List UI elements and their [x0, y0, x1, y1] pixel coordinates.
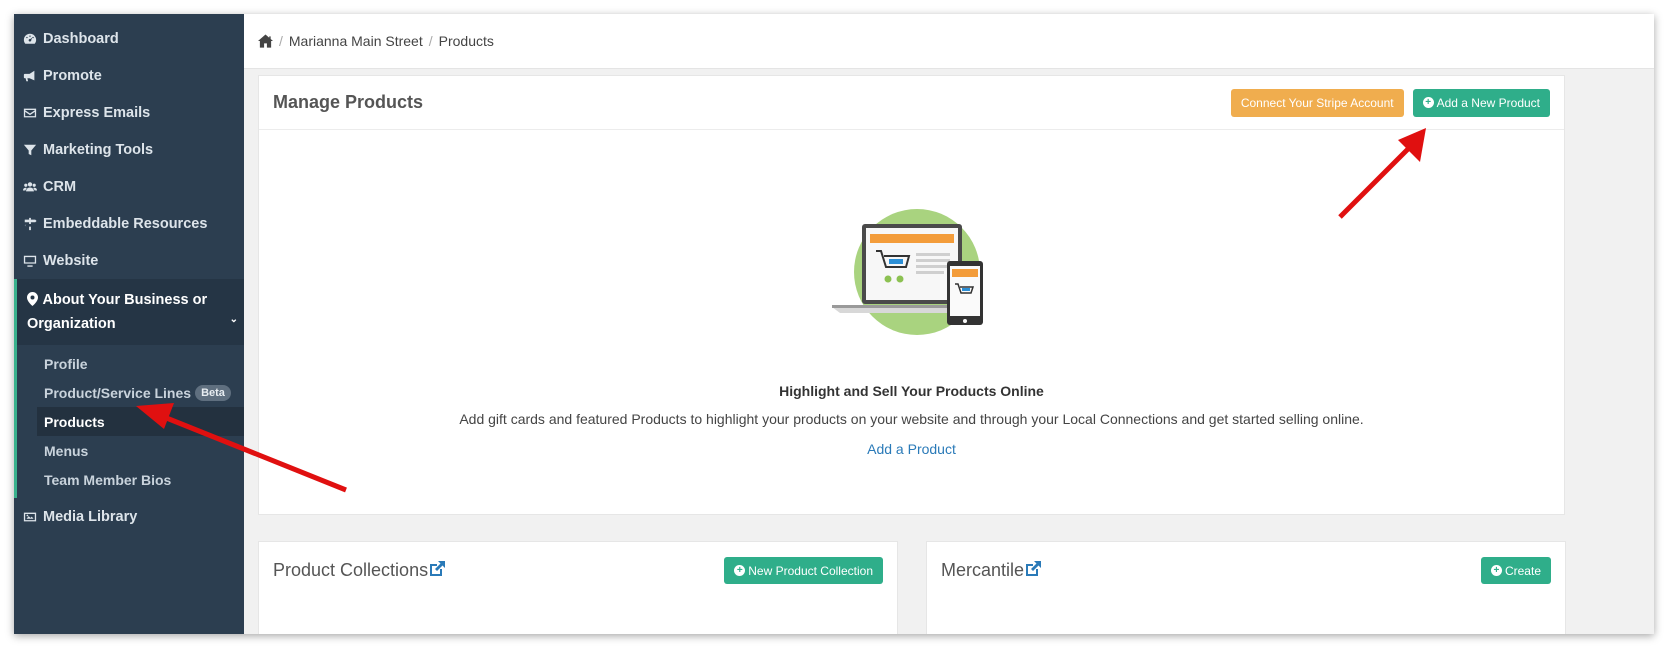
highlight-description: Add gift cards and featured Products to …: [459, 411, 1364, 427]
monitor-icon: [22, 253, 38, 269]
breadcrumb-item-organization[interactable]: Marianna Main Street: [289, 33, 423, 49]
sidebar-subitem-team-member-bios[interactable]: Team Member Bios: [17, 465, 244, 494]
sidebar-item-embeddable-resources[interactable]: Embeddable Resources: [14, 205, 244, 242]
image-icon: [22, 509, 38, 525]
sidebar-subitem-label: Team Member Bios: [44, 471, 172, 488]
panel-header: Manage Products Connect Your Stripe Acco…: [259, 76, 1564, 130]
filter-icon: [22, 142, 38, 158]
sidebar-subitem-product-service-lines[interactable]: Product/Service Lines Beta: [17, 378, 244, 407]
sidebar-item-label: Media Library: [43, 508, 138, 525]
home-icon[interactable]: [258, 34, 273, 48]
sidebar-subitem-profile[interactable]: Profile: [17, 349, 244, 378]
create-mercantile-label: Create: [1504, 563, 1541, 578]
sidebar-item-label: Embeddable Resources: [43, 215, 208, 232]
sidebar-section-about: About Your Business or Organization ⌄ Pr…: [14, 279, 244, 498]
sidebar-item-about-business[interactable]: About Your Business or Organization ⌄: [17, 279, 244, 345]
sidebar-item-website[interactable]: Website: [14, 242, 244, 279]
sidebar-subitem-label: Menus: [44, 442, 89, 459]
sidebar-item-express-emails[interactable]: Express Emails: [14, 94, 244, 131]
breadcrumb-separator: /: [279, 33, 283, 49]
sidebar-item-label: Express Emails: [43, 104, 151, 121]
sidebar-item-media-library[interactable]: Media Library: [14, 498, 244, 535]
sidebar-subitem-label: Profile: [44, 355, 88, 372]
map-marker-icon: [27, 291, 39, 313]
users-icon: [22, 179, 38, 195]
main-content: / Marianna Main Street / Products Manage…: [244, 14, 1654, 634]
manage-products-panel: Manage Products Connect Your Stripe Acco…: [258, 75, 1565, 515]
sidebar-item-marketing-tools[interactable]: Marketing Tools: [14, 131, 244, 168]
add-new-product-label: Add a New Product: [1436, 95, 1540, 110]
sidebar-submenu: Profile Product/Service Lines Beta Produc…: [17, 345, 244, 498]
sidebar-subitem-menus[interactable]: Menus: [17, 436, 244, 465]
plus-circle-icon: +: [734, 565, 746, 576]
breadcrumb: / Marianna Main Street / Products: [244, 14, 1654, 69]
product-collections-title: Product Collections: [273, 557, 724, 583]
add-new-product-button[interactable]: + Add a New Product: [1412, 88, 1550, 117]
online-store-illustration: [832, 209, 983, 335]
sidebar-subitem-label: Product/Service Lines: [44, 384, 192, 401]
sidebar-item-label: Promote: [43, 67, 102, 84]
megaphone-icon: [22, 68, 38, 84]
sidebar-subitem-products[interactable]: Products: [37, 407, 244, 436]
chevron-down-icon: ⌄: [229, 314, 238, 325]
sidebar-item-label: Marketing Tools: [43, 141, 154, 158]
new-product-collection-label: New Product Collection: [748, 563, 873, 578]
dashboard-icon: [22, 31, 38, 47]
breadcrumb-separator: /: [428, 33, 433, 49]
plus-circle-icon: +: [1490, 565, 1502, 576]
page-title: Manage Products: [273, 92, 424, 112]
sidebar-item-label: CRM: [43, 178, 77, 195]
mercantile-card: Mercantile + Create: [926, 541, 1566, 634]
breadcrumb-item-current: Products: [438, 33, 494, 49]
signs-icon: [22, 216, 38, 232]
sidebar-item-label: About Your Business or Organization: [27, 292, 208, 332]
external-link-icon[interactable]: [1024, 560, 1042, 580]
app-window: Dashboard Promote Express Emails Marketi…: [14, 14, 1654, 634]
plus-circle-icon: +: [1422, 97, 1434, 108]
add-product-link[interactable]: Add a Product: [259, 441, 1564, 457]
mercantile-title-text: Mercantile: [941, 560, 1025, 580]
sidebar-item-label: Dashboard: [43, 30, 119, 47]
sidebar: Dashboard Promote Express Emails Marketi…: [14, 14, 244, 634]
sidebar-item-dashboard[interactable]: Dashboard: [14, 20, 244, 57]
beta-badge: Beta: [195, 384, 231, 401]
new-product-collection-button[interactable]: + New Product Collection: [724, 557, 883, 584]
highlight-title: Highlight and Sell Your Products Online: [779, 383, 1044, 399]
sidebar-subitem-label: Products: [44, 413, 105, 430]
sidebar-item-crm[interactable]: CRM: [14, 168, 244, 205]
create-mercantile-button[interactable]: + Create: [1480, 557, 1551, 584]
sidebar-item-label: Website: [43, 252, 99, 269]
envelope-icon: [22, 105, 38, 121]
mercantile-title: Mercantile: [941, 557, 1481, 583]
connect-stripe-button[interactable]: Connect Your Stripe Account: [1230, 88, 1404, 117]
product-collections-title-text: Product Collections: [273, 560, 429, 580]
product-collections-card: Product Collections + New Product Collect…: [258, 541, 898, 634]
sidebar-item-promote[interactable]: Promote: [14, 57, 244, 94]
external-link-icon[interactable]: [428, 560, 446, 580]
